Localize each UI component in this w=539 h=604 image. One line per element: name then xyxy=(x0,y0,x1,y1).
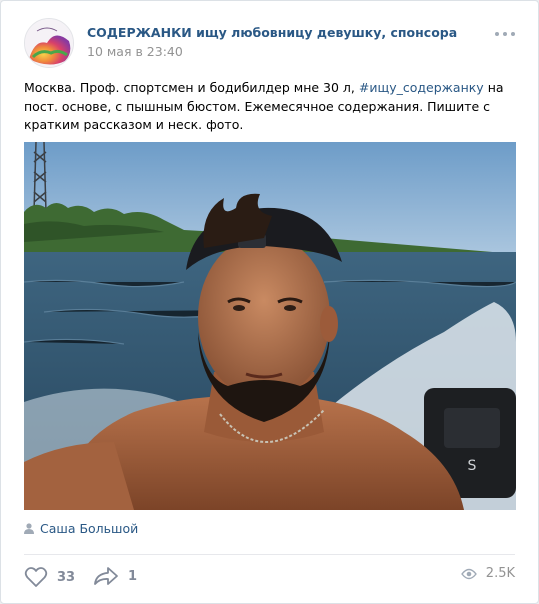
community-name-link[interactable]: СОДЕРЖАНКИ ищу любовницу девушку, спонсо… xyxy=(87,25,457,40)
eye-icon xyxy=(460,568,477,579)
post-signer-name: Саша Большой xyxy=(40,521,139,536)
footer-divider xyxy=(24,554,515,555)
svg-text:S: S xyxy=(468,458,477,474)
hashtag-link[interactable]: #ищу_содержанку xyxy=(359,80,484,95)
like-button[interactable]: 33 xyxy=(24,566,75,588)
share-count: 1 xyxy=(128,568,138,584)
post-text: Москва. Проф. спортсмен и бодибилдер мне… xyxy=(24,79,524,135)
community-avatar[interactable] xyxy=(24,18,74,68)
views-counter: 2.5K xyxy=(460,566,515,581)
share-arrow-icon xyxy=(94,567,118,585)
post-signer-link[interactable]: Саша Большой xyxy=(24,521,138,536)
heart-icon xyxy=(24,567,48,587)
post-card: СОДЕРЖАНКИ ищу любовницу девушку, спонсо… xyxy=(0,0,539,604)
share-button[interactable]: 1 xyxy=(93,566,137,586)
post-date-link[interactable]: 10 мая в 23:40 xyxy=(87,44,183,59)
post-text-part: Москва. Проф. спортсмен и бодибилдер мне… xyxy=(24,80,359,95)
user-icon xyxy=(24,523,34,534)
more-dots-icon[interactable] xyxy=(494,29,516,39)
like-count: 33 xyxy=(57,569,76,585)
views-count: 2.5K xyxy=(485,566,515,581)
post-photo[interactable]: S xyxy=(24,142,516,510)
